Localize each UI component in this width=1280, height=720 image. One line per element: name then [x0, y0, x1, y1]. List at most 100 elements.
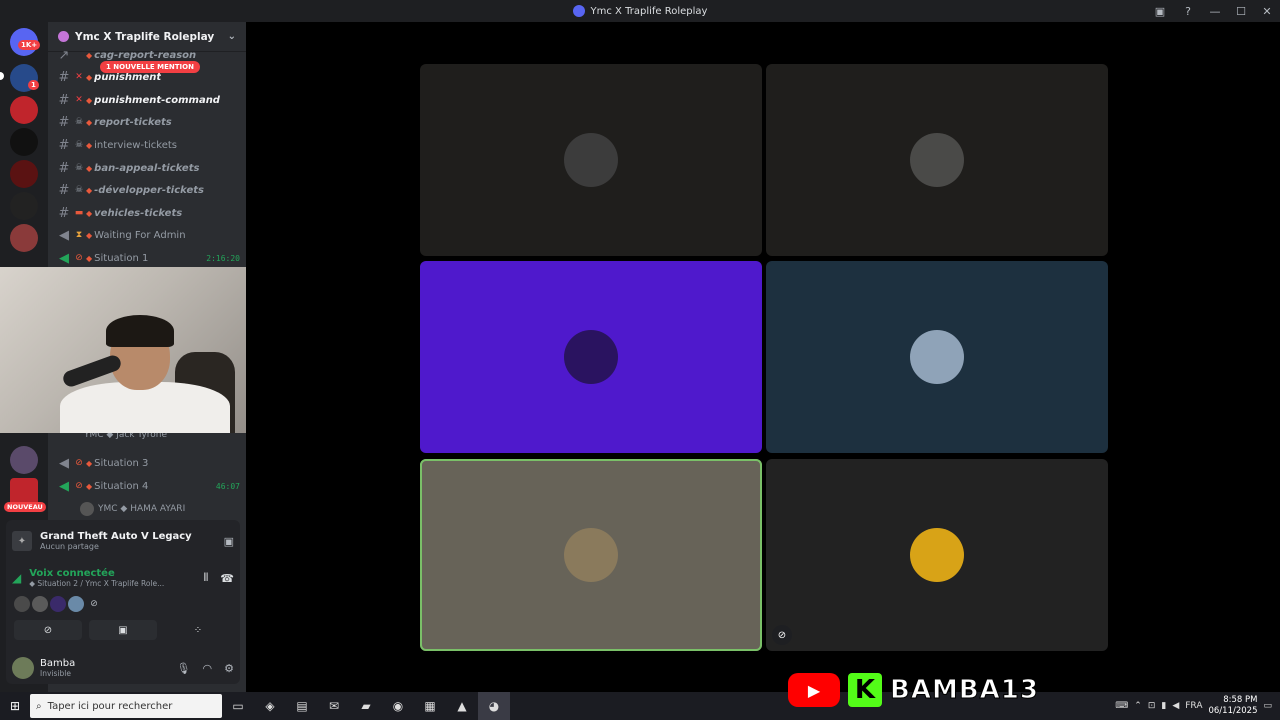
user-area: Bamba Invisible 🎙 ◠ ⚙ — [12, 654, 240, 682]
discord-icon[interactable]: ◕ — [478, 692, 510, 720]
inbox-icon[interactable]: ▣ — [1146, 0, 1174, 22]
taskbar-search[interactable]: ⌕ Taper ici pour rechercher — [30, 694, 222, 718]
diamond-icon: ◆ — [86, 140, 93, 150]
server-icon-3[interactable] — [10, 128, 38, 156]
hash-icon: # — [58, 114, 70, 130]
signal-icon[interactable]: ◢ — [12, 571, 21, 585]
outlook-icon[interactable]: ✉ — [318, 692, 350, 720]
channel-label: Waiting For Admin — [94, 229, 186, 241]
avatar[interactable] — [50, 596, 66, 612]
system-tray: ⌨ ⌃ ⊡ ▮ ◀ FRA 8:58 PM 06/11/2025 ▭ — [1115, 692, 1280, 720]
channel-label: punishment — [94, 71, 162, 83]
lang-indicator[interactable]: FRA — [1185, 701, 1202, 711]
diamond-icon: ◆ — [86, 185, 93, 195]
close-button[interactable]: ✕ — [1254, 0, 1280, 22]
server-icon-5[interactable] — [10, 192, 38, 220]
participant-tile-6[interactable]: ⊘ — [766, 459, 1108, 651]
screen-share-icon[interactable]: ▣ — [224, 535, 234, 548]
title-bar: Ymc X Traplife Roleplay ▣ ? — ☐ ✕ — [0, 0, 1280, 22]
channel-situation-4[interactable]: ◀ ⊘ ◆ Situation 4 46:07 — [56, 476, 240, 496]
channel-waiting-for-admin[interactable]: ◀ ⧗ ◆ Waiting For Admin — [56, 225, 240, 245]
avatar — [564, 133, 618, 187]
volume-icon[interactable]: ◀ — [1172, 701, 1179, 711]
camera-button[interactable]: ⊘ — [14, 620, 82, 640]
microphone-icon[interactable]: ▮ — [1161, 701, 1166, 711]
diamond-icon: ◆ — [86, 95, 93, 105]
app-icon-2[interactable]: ▲ — [446, 692, 478, 720]
avatar — [910, 528, 964, 582]
hash-icon: # — [58, 160, 70, 176]
chevron-up-icon[interactable]: ⌃ — [1134, 701, 1142, 711]
server-icon-4[interactable] — [10, 160, 38, 188]
channel-ban-appeal-tickets[interactable]: # ☠ ◆ ban-appeal-tickets — [56, 158, 240, 178]
voice-channel-name[interactable]: ◆ Situation 2 / Ymc X Traplife Role... — [29, 579, 164, 588]
server-name: Ymc X Traplife Roleplay — [75, 30, 215, 43]
mention-badge: 1 — [28, 80, 39, 90]
diamond-icon: ◆ — [86, 50, 93, 60]
voice-user[interactable]: YMC ◆ HAMA AYARI — [80, 502, 185, 516]
participant-tile-3[interactable] — [420, 261, 762, 453]
channel-vehicles-tickets[interactable]: # ▬ ◆ vehicles-tickets — [56, 203, 240, 223]
avatar — [80, 502, 94, 516]
chevron-down-icon: ⌄ — [227, 31, 236, 42]
channel-label: vehicles-tickets — [94, 207, 183, 219]
server-icon-6[interactable] — [10, 224, 38, 252]
task-view-icon[interactable]: ▭ — [222, 692, 254, 720]
noise-suppression-icon[interactable]: ⦀ — [203, 571, 208, 585]
keyboard-icon[interactable]: ⌨ — [1115, 701, 1128, 711]
help-icon[interactable]: ? — [1174, 0, 1202, 22]
maximize-button[interactable]: ☐ — [1228, 0, 1254, 22]
avatar[interactable] — [12, 657, 34, 679]
windows-taskbar: ⊞ ⌕ Taper ici pour rechercher ▭ ◈ ▤ ✉ ▰ … — [0, 692, 1280, 720]
network-icon[interactable]: ⊡ — [1148, 701, 1156, 711]
channel-situation-1[interactable]: ◀ ⊘ ◆ Situation 1 2:16:20 — [56, 248, 240, 268]
active-server-pill — [0, 72, 4, 80]
channel-label: interview-tickets — [94, 139, 178, 151]
hourglass-icon: ⧗ — [75, 230, 83, 240]
notification-icon[interactable]: ▭ — [1263, 701, 1272, 711]
participant-tile-2[interactable] — [766, 64, 1108, 256]
activities-button[interactable]: ⁘ — [164, 620, 232, 640]
participant-tile-1[interactable] — [420, 64, 762, 256]
channel-interview-tickets[interactable]: # ☠ ◆ interview-tickets — [56, 135, 240, 155]
streamer-name: BAMBA13 — [890, 675, 1039, 706]
channel-punishment-command[interactable]: # ✕ ◆ punishment-command — [56, 90, 240, 110]
server-icon-7[interactable] — [10, 446, 38, 474]
cross-icon: ✕ — [75, 72, 83, 82]
channel-label: Situation 4 — [94, 480, 149, 492]
copilot-icon[interactable]: ◈ — [254, 692, 286, 720]
avatar[interactable] — [68, 596, 84, 612]
game-share-status: Aucun partage — [40, 542, 99, 551]
diamond-icon: ◆ — [86, 72, 93, 82]
headphones-icon[interactable]: ◠ — [203, 662, 213, 675]
avatar[interactable] — [14, 596, 30, 612]
avatar[interactable] — [32, 596, 48, 612]
new-mention-banner[interactable]: 1 NOUVELLE MENTION — [100, 61, 200, 73]
participant-tile-5[interactable] — [420, 459, 762, 651]
speaker-icon: ◀ — [59, 455, 69, 471]
channel-developper-tickets[interactable]: # ☠ ◆ -développer-tickets — [56, 180, 240, 200]
no-entry-icon: ⊘ — [75, 481, 83, 491]
hash-icon: # — [58, 69, 70, 85]
diamond-icon: ◆ — [86, 208, 93, 218]
file-explorer-icon[interactable]: ▰ — [350, 692, 382, 720]
edge-icon[interactable]: ◉ — [382, 692, 414, 720]
dm-badge: 1K+ — [18, 40, 41, 50]
participant-tile-4[interactable] — [766, 261, 1108, 453]
diamond-icon: ◆ — [86, 163, 93, 173]
app-icon[interactable]: ▦ — [414, 692, 446, 720]
server-boost-icon — [58, 31, 69, 42]
clock[interactable]: 8:58 PM 06/11/2025 — [1208, 695, 1257, 717]
store-icon[interactable]: ▤ — [286, 692, 318, 720]
channel-report-tickets[interactable]: # ☠ ◆ report-tickets — [56, 112, 240, 132]
server-icon-2[interactable] — [10, 96, 38, 124]
share-screen-button[interactable]: ▣ — [89, 620, 157, 640]
no-entry-icon: ⊘ — [75, 253, 83, 263]
channel-situation-3[interactable]: ◀ ⊘ ◆ Situation 3 — [56, 453, 240, 473]
disconnect-icon[interactable]: ☎ — [220, 572, 234, 585]
microphone-icon[interactable]: 🎙 — [177, 662, 191, 675]
voice-panel: ✦ Grand Theft Auto V Legacy Aucun partag… — [6, 520, 240, 684]
windows-start-icon[interactable]: ⊞ — [0, 692, 30, 720]
minimize-button[interactable]: — — [1202, 0, 1228, 22]
gear-icon[interactable]: ⚙ — [224, 662, 234, 675]
